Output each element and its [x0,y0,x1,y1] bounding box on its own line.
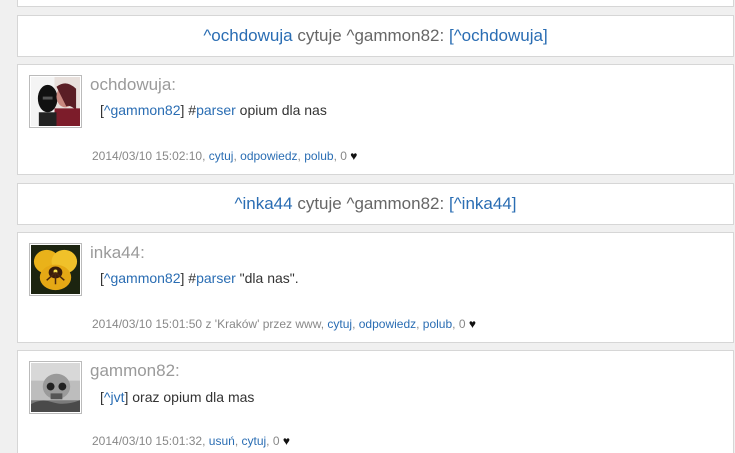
like-count: 0 [340,149,347,163]
post-card: inka44: [^gammon82] #parser "dla nas". 2… [17,232,734,343]
avatar-ochdowuja-image [31,77,80,126]
reply-action-link[interactable]: odpowiedz [240,149,297,163]
post-message: [^gammon82] #parser opium dla nas [100,102,327,118]
quote-author-link[interactable]: ^inka44 [235,194,293,213]
quote-source-link[interactable]: [^inka44] [449,194,517,213]
avatar[interactable] [29,75,82,128]
avatar[interactable] [29,361,82,414]
heart-icon: ♥ [282,434,290,448]
post-message: [^gammon82] #parser "dla nas". [100,270,299,286]
like-action-link[interactable]: polub [423,317,452,331]
heart-icon: ♥ [350,149,358,163]
post-timestamp: 2014/03/10 15:01:32, [92,434,209,448]
mention-link[interactable]: ^gammon82 [104,270,181,286]
avatar-gammon82-image [31,363,80,412]
post-message: [^jvt] oraz opium dla mas [100,389,255,405]
post-author: gammon82: [90,361,180,380]
post-timestamp: 2014/03/10 15:02:10, [92,149,209,163]
quote-action-link[interactable]: cytuj [241,434,266,448]
like-count: 0 [272,434,280,448]
quote-action-link[interactable]: cytuj [209,149,234,163]
post-meta: 2014/03/10 15:01:32, usuń, cytuj, 0 ♥ [92,434,290,448]
heart-icon: ♥ [468,317,476,331]
quote-target: ^gammon82 [346,194,440,213]
quote-action-link[interactable]: cytuj [327,317,352,331]
post-author: inka44: [90,243,145,262]
avatar[interactable] [29,243,82,296]
post-author: ochdowuja: [90,75,177,94]
post-meta: 2014/03/10 15:01:50 z 'Kraków' przez www… [92,317,476,331]
quote-target: ^gammon82 [346,26,440,45]
quote-source-link[interactable]: [^ochdowuja] [449,26,548,45]
quote-author-link[interactable]: ^ochdowuja [203,26,292,45]
like-count: 0 [458,317,466,331]
quote-verb: cytuje [297,194,342,213]
quote-header: ^ochdowuja cytuje ^gammon82: [^ochdowuja… [17,15,734,57]
post-meta: 2014/03/10 15:02:10, cytuj, odpowiedz, p… [92,149,358,163]
hashtag-link[interactable]: parser [196,102,236,118]
mention-link[interactable]: ^jvt [104,389,125,405]
mention-link[interactable]: ^gammon82 [104,102,181,118]
quote-verb: cytuje [297,26,342,45]
quote-header: ^inka44 cytuje ^gammon82: [^inka44] [17,183,734,225]
previous-post-card-edge [17,0,734,7]
post-card: gammon82: [^jvt] oraz opium dla mas 2014… [17,350,734,453]
like-action-link[interactable]: polub [304,149,333,163]
post-timestamp: 2014/03/10 15:01:50 z 'Kraków' przez www… [92,317,328,331]
hashtag-link[interactable]: parser [196,270,236,286]
delete-action-link[interactable]: usuń [209,434,235,448]
post-card: ochdowuja: [^gammon82] #parser opium dla… [17,64,734,175]
avatar-inka44-image [31,245,80,294]
reply-action-link[interactable]: odpowiedz [359,317,416,331]
